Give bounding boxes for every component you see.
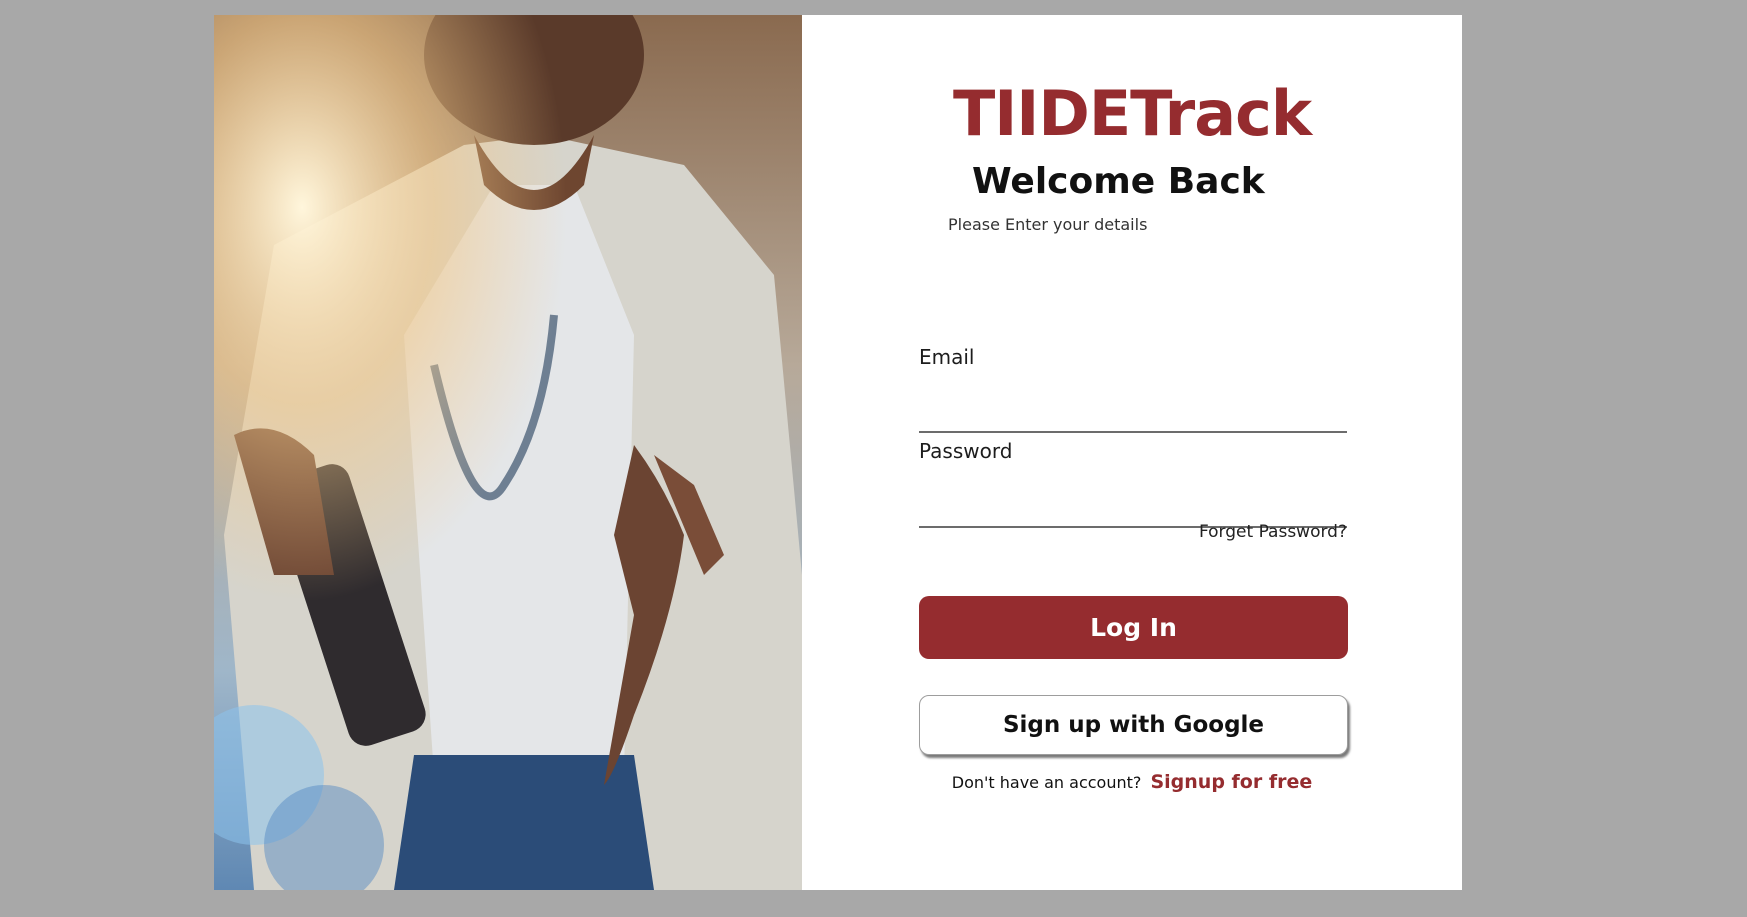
forgot-password-link[interactable]: Forget Password? bbox=[1199, 522, 1347, 542]
hero-photo bbox=[214, 15, 802, 890]
email-field[interactable] bbox=[919, 395, 1347, 433]
brand-logo: TIIDETrack bbox=[952, 77, 1312, 150]
hero-photo-illustration bbox=[214, 15, 802, 890]
login-form-panel: TIIDETrack Welcome Back Please Enter you… bbox=[802, 15, 1462, 890]
page-title: Welcome Back bbox=[972, 161, 1265, 202]
signup-prompt-text: Don't have an account? bbox=[951, 773, 1142, 792]
google-signup-button[interactable]: Sign up with Google bbox=[919, 695, 1348, 755]
login-button[interactable]: Log In bbox=[919, 596, 1348, 659]
email-label: Email bbox=[919, 345, 975, 369]
login-card: TIIDETrack Welcome Back Please Enter you… bbox=[214, 15, 1462, 890]
signup-prompt: Don't have an account? Signup for free bbox=[802, 771, 1462, 793]
password-label: Password bbox=[919, 439, 1013, 463]
signup-link[interactable]: Signup for free bbox=[1150, 771, 1312, 793]
page-subtitle: Please Enter your details bbox=[948, 215, 1148, 234]
